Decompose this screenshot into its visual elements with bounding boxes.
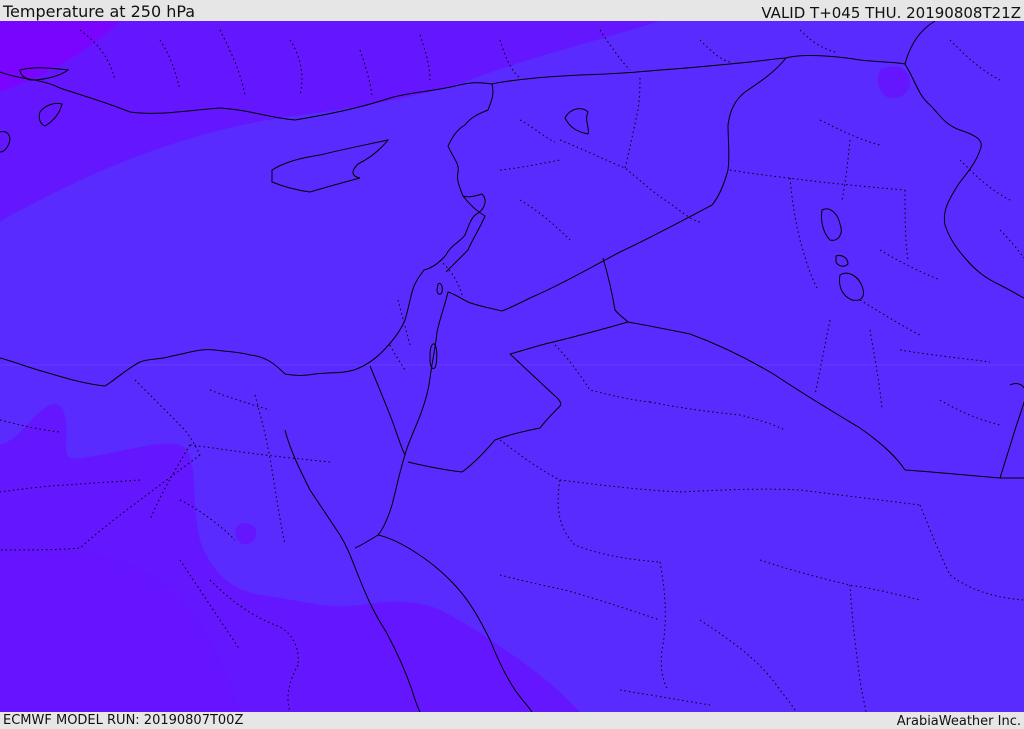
map-figure: Temperature at 250 hPa VALID T+045 THU. … <box>0 0 1024 729</box>
header-bar: Temperature at 250 hPa VALID T+045 THU. … <box>0 0 1024 21</box>
credit: ArabiaWeather Inc. <box>896 714 1021 729</box>
model-run: ECMWF MODEL RUN: 20190807T00Z <box>3 713 244 728</box>
valid-time: VALID T+045 THU. 20190808T21Z <box>761 4 1021 22</box>
map-title: Temperature at 250 hPa <box>3 2 196 21</box>
weather-map <box>0 21 1024 712</box>
footer-bar: ECMWF MODEL RUN: 20190807T00Z ArabiaWeat… <box>0 712 1024 729</box>
